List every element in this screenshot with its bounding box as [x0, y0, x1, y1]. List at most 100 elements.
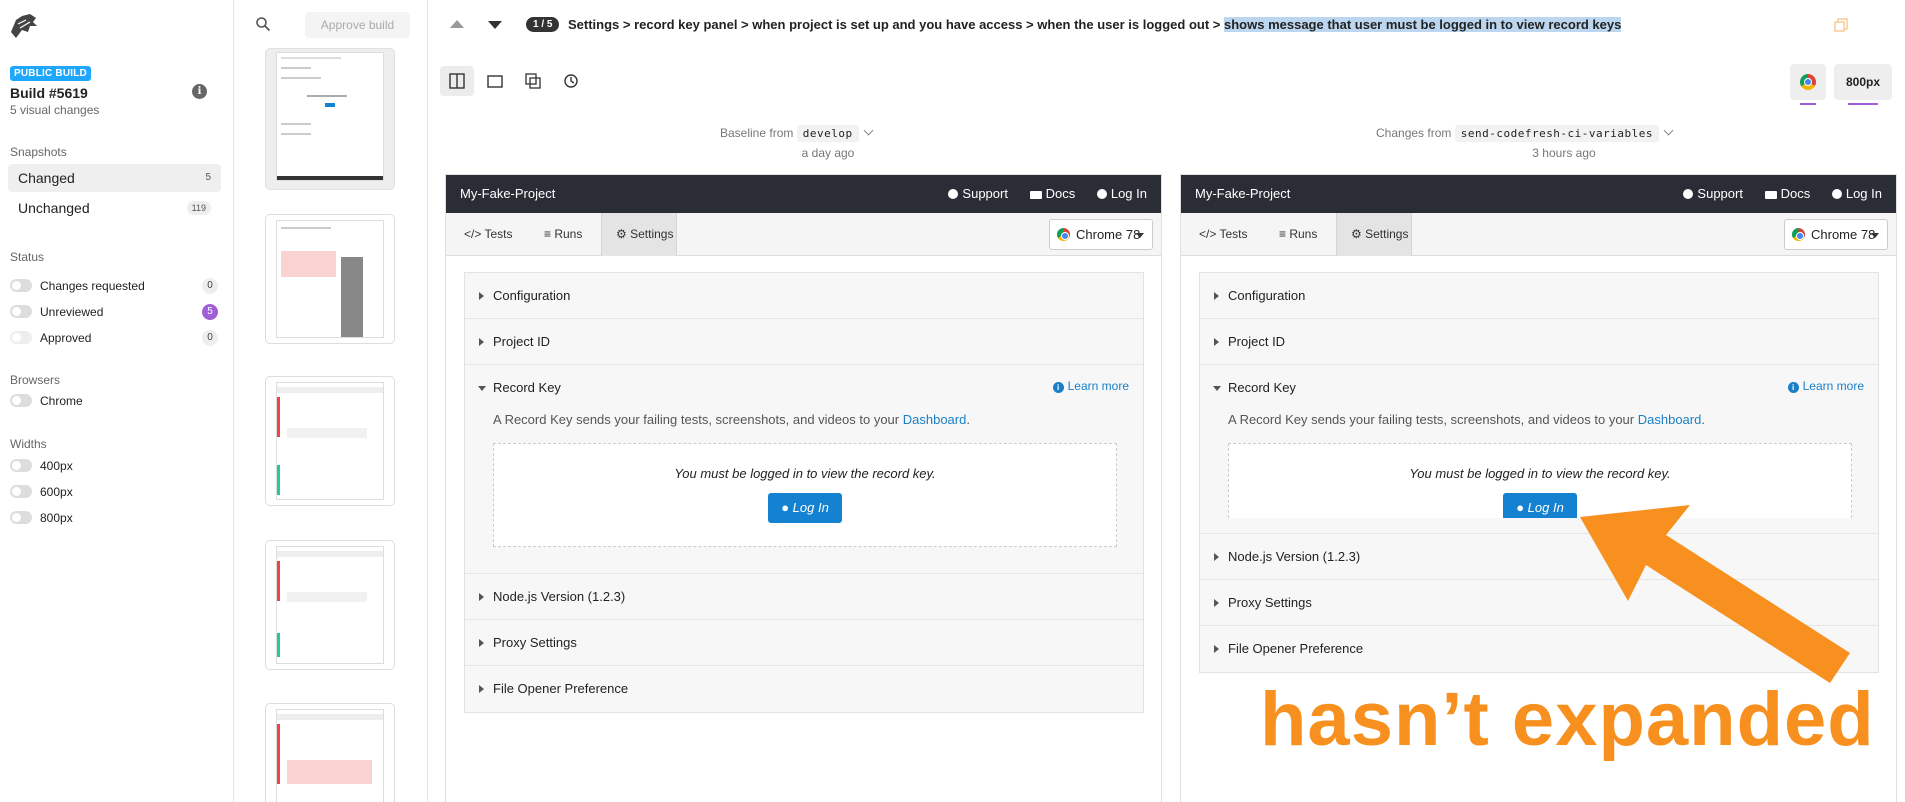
snapshot-filter-unchanged[interactable]: Unchanged 119	[8, 194, 221, 222]
build-title: Build #5619	[10, 85, 88, 101]
next-snapshot-icon[interactable]	[488, 21, 502, 29]
caret-down-icon	[1213, 386, 1221, 391]
docs-link: Docs	[1764, 186, 1810, 201]
status-filter-changes-requested[interactable]: Changes requested 0	[10, 277, 218, 295]
caret-right-icon	[1214, 599, 1219, 607]
snapshot-thumbnail[interactable]	[265, 540, 395, 670]
tab-runs: ≡ Runs	[1279, 227, 1318, 241]
filter-label: Chrome	[40, 394, 83, 408]
status-heading: Status	[10, 250, 45, 264]
previous-snapshot-icon[interactable]	[450, 20, 464, 28]
snapshot-thumbnail[interactable]	[265, 703, 395, 802]
snapshot-filter-count: 119	[186, 201, 211, 215]
snapshot-thumbnail[interactable]	[265, 214, 395, 344]
app-tabs: </> Tests ≡ Runs ⚙ Settings Chrome 78	[1181, 213, 1896, 256]
width-filter-400[interactable]: 400px	[10, 457, 218, 475]
toggle-switch[interactable]	[10, 394, 32, 407]
status-filter-approved[interactable]: Approved 0	[10, 329, 218, 347]
chevron-down-icon[interactable]	[1663, 125, 1674, 136]
filter-label: 600px	[40, 485, 73, 499]
history-icon	[564, 74, 578, 88]
caret-right-icon	[1214, 553, 1219, 561]
annotation-arrow-icon	[1580, 505, 1850, 683]
graduation-cap-icon	[1029, 191, 1042, 199]
browser-select-value: Chrome 78	[1076, 227, 1141, 242]
record-key-box: You must be logged in to view the record…	[493, 443, 1117, 547]
settings-row-node-version: Node.js Version (1.2.3)	[465, 574, 1143, 620]
logo-icon[interactable]	[8, 12, 38, 40]
snapshot-thumbnail[interactable]	[265, 376, 395, 506]
width-filter-600[interactable]: 600px	[10, 483, 218, 501]
browser-select: Chrome 78	[1784, 219, 1888, 250]
filter-label: 800px	[40, 511, 73, 525]
search-icon[interactable]	[255, 16, 271, 32]
width-filter-800[interactable]: 800px	[10, 509, 218, 527]
user-icon	[1096, 189, 1107, 199]
toggle-switch[interactable]	[10, 459, 32, 472]
snapshot-filter-changed[interactable]: Changed 5	[8, 164, 221, 192]
toggle-switch[interactable]	[10, 485, 32, 498]
toggle-switch[interactable]	[10, 279, 32, 292]
support-link: Support	[948, 186, 1008, 201]
browser-chrome-button[interactable]	[1790, 64, 1826, 105]
build-subtitle: 5 visual changes	[10, 103, 100, 117]
info-icon[interactable]: i	[192, 84, 207, 99]
filter-label: 400px	[40, 459, 73, 473]
row-label: Proxy Settings	[493, 635, 577, 650]
caret-down-icon	[1871, 233, 1879, 238]
diff-view-button[interactable]	[516, 66, 550, 96]
approve-build-button[interactable]: Approve build	[305, 12, 410, 38]
split-view-button[interactable]	[440, 66, 474, 96]
caret-down-icon	[1136, 233, 1144, 238]
snapshot-thumbnail[interactable]	[265, 48, 395, 190]
changes-ago: 3 hours ago	[1532, 146, 1596, 160]
settings-row-project-id: Project ID	[1200, 319, 1878, 365]
caret-right-icon	[1214, 645, 1219, 653]
user-icon: ●	[1516, 500, 1528, 515]
row-label: Record Key	[1228, 380, 1296, 395]
row-label: Proxy Settings	[1228, 595, 1312, 610]
project-name: My-Fake-Project	[460, 186, 556, 201]
browser-select-value: Chrome 78	[1811, 227, 1876, 242]
app-navbar: My-Fake-Project Support Docs Log In	[1181, 175, 1896, 213]
tab-settings: ⚙ Settings	[1336, 213, 1412, 256]
selected-indicator	[1848, 103, 1878, 105]
annotation-text: hasn’t expanded	[1260, 677, 1875, 762]
browser-filter-chrome[interactable]: Chrome	[10, 392, 218, 410]
filter-label: Changes requested	[40, 279, 145, 293]
snapshot-filter-label: Changed	[18, 170, 75, 186]
changes-source[interactable]: Changes from send-codefresh-ci-variables	[1376, 125, 1674, 142]
settings-row-configuration: Configuration	[465, 273, 1143, 319]
tab-tests: </> Tests	[1199, 227, 1248, 241]
login-button: ● Log In	[1503, 493, 1577, 518]
support-link: Support	[1683, 186, 1743, 201]
single-view-button[interactable]	[478, 66, 512, 96]
snapshot-filter-label: Unchanged	[18, 200, 90, 216]
toggle-switch[interactable]	[10, 511, 32, 524]
caret-right-icon	[1214, 292, 1219, 300]
tab-runs: ≡ Runs	[544, 227, 583, 241]
toggle-switch[interactable]	[10, 331, 32, 344]
baseline-snapshot: My-Fake-Project Support Docs Log In </> …	[445, 174, 1162, 802]
snapshots-heading: Snapshots	[10, 145, 67, 159]
caret-right-icon	[1214, 338, 1219, 346]
info-icon: i	[1052, 382, 1064, 393]
graduation-cap-icon	[1764, 191, 1777, 199]
status-filter-unreviewed[interactable]: Unreviewed 5	[10, 303, 218, 321]
baseline-source[interactable]: Baseline from develop	[720, 125, 874, 142]
user-icon	[1831, 189, 1842, 199]
login-required-message: You must be logged in to view the record…	[1409, 466, 1671, 481]
learn-more-link: i Learn more	[1787, 379, 1864, 393]
width-800-button[interactable]: 800px	[1834, 64, 1892, 105]
filter-count: 0	[202, 278, 218, 294]
chevron-down-icon[interactable]	[863, 125, 874, 136]
question-icon	[1683, 189, 1694, 199]
browsers-heading: Browsers	[10, 373, 61, 387]
history-view-button[interactable]	[554, 66, 588, 96]
caret-right-icon	[479, 338, 484, 346]
toggle-switch[interactable]	[10, 305, 32, 318]
browser-select: Chrome 78	[1049, 219, 1153, 250]
copy-icon[interactable]	[1834, 18, 1848, 32]
row-label: Node.js Version (1.2.3)	[1228, 549, 1361, 564]
login-link: Log In	[1831, 186, 1882, 201]
